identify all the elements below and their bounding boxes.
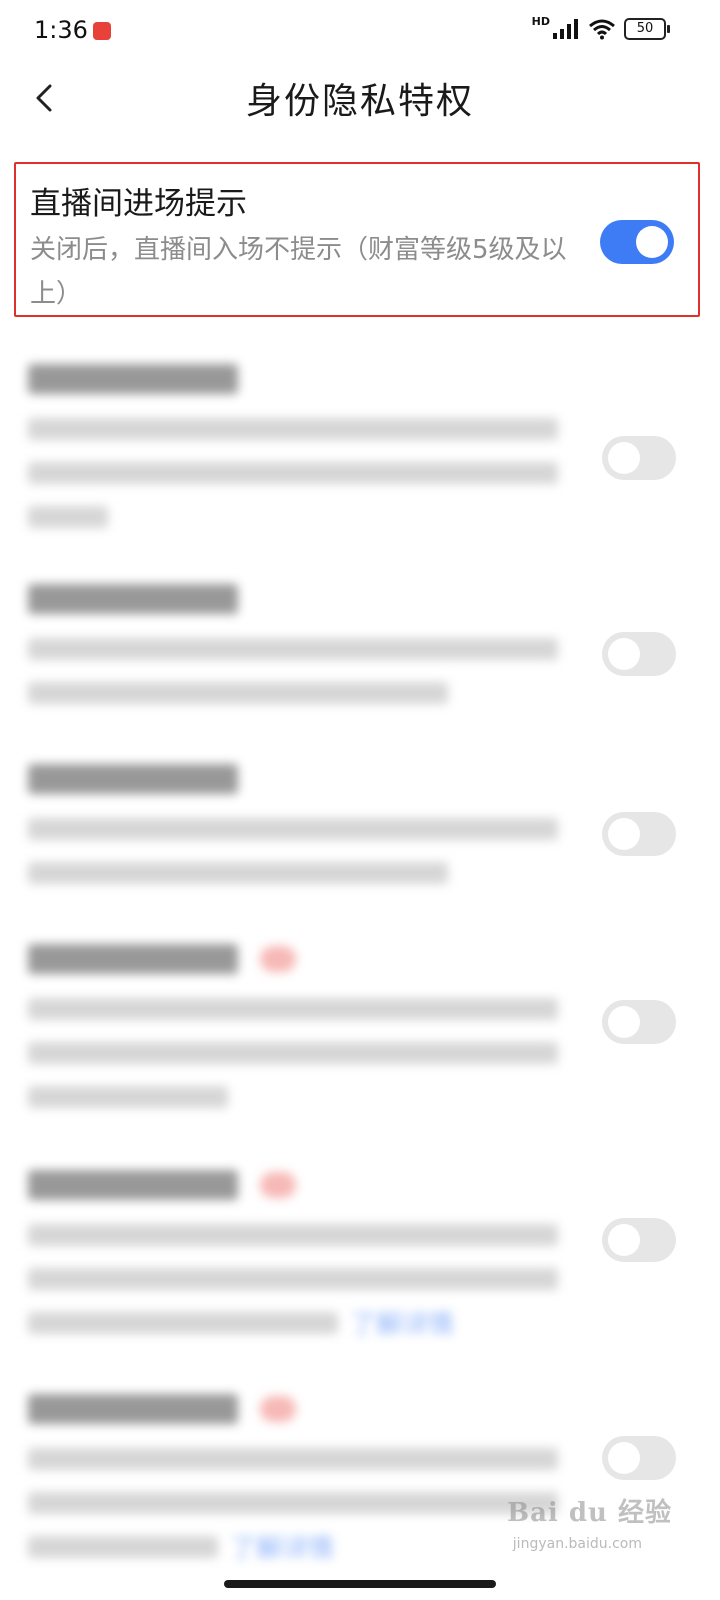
detail-link[interactable]: 了解详情 bbox=[230, 1528, 334, 1565]
status-icons: HD 50 bbox=[531, 14, 670, 40]
toggle-switch[interactable] bbox=[602, 1000, 676, 1044]
toggle-knob bbox=[608, 1006, 640, 1038]
toggle-switch[interactable] bbox=[602, 436, 676, 480]
home-indicator[interactable] bbox=[224, 1580, 496, 1588]
status-bar: 1:36 HD 50 bbox=[0, 0, 720, 66]
toggle-knob bbox=[608, 818, 640, 850]
hot-badge bbox=[260, 946, 296, 972]
toggle-switch[interactable] bbox=[602, 1436, 676, 1480]
header: 身份隐私特权 bbox=[0, 66, 720, 130]
toggle-knob bbox=[608, 1442, 640, 1474]
toggle-switch[interactable] bbox=[602, 632, 676, 676]
signal-icon bbox=[553, 19, 578, 39]
hd-label: HD bbox=[531, 14, 550, 28]
setting-item bbox=[14, 350, 700, 540]
toggle-knob bbox=[636, 226, 668, 258]
watermark-url: jingyan.baidu.com bbox=[512, 1536, 642, 1552]
detail-link[interactable]: 了解详情 bbox=[350, 1304, 454, 1341]
setting-description: 关闭后，直播间入场不提示（财富等级5级及以上） bbox=[30, 235, 567, 309]
toggle-knob bbox=[608, 638, 640, 670]
setting-item bbox=[14, 750, 700, 890]
setting-item bbox=[14, 930, 700, 1120]
toggle-switch[interactable] bbox=[600, 220, 674, 264]
app-notification-icon bbox=[93, 22, 111, 40]
battery-indicator: 50 bbox=[624, 18, 670, 40]
setting-entry-notification: 直播间进场提示 关闭后，直播间入场不提示（财富等级5级及以上） bbox=[14, 162, 700, 317]
setting-item bbox=[14, 570, 700, 710]
toggle-knob bbox=[608, 1224, 640, 1256]
toggle-switch[interactable] bbox=[602, 812, 676, 856]
watermark-logo: Bai du 经验 bbox=[507, 1498, 672, 1528]
hot-badge bbox=[260, 1396, 296, 1422]
page-title: 身份隐私特权 bbox=[245, 81, 474, 122]
status-time: 1:36 bbox=[34, 16, 88, 44]
setting-item: 了解详情 bbox=[14, 1156, 700, 1346]
toggle-knob bbox=[608, 442, 640, 474]
setting-item: 了解详情 bbox=[14, 1380, 700, 1564]
hot-badge bbox=[260, 1172, 296, 1198]
setting-title: 直播间进场提示 bbox=[30, 186, 247, 222]
toggle-switch[interactable] bbox=[602, 1218, 676, 1262]
wifi-icon bbox=[589, 19, 615, 40]
